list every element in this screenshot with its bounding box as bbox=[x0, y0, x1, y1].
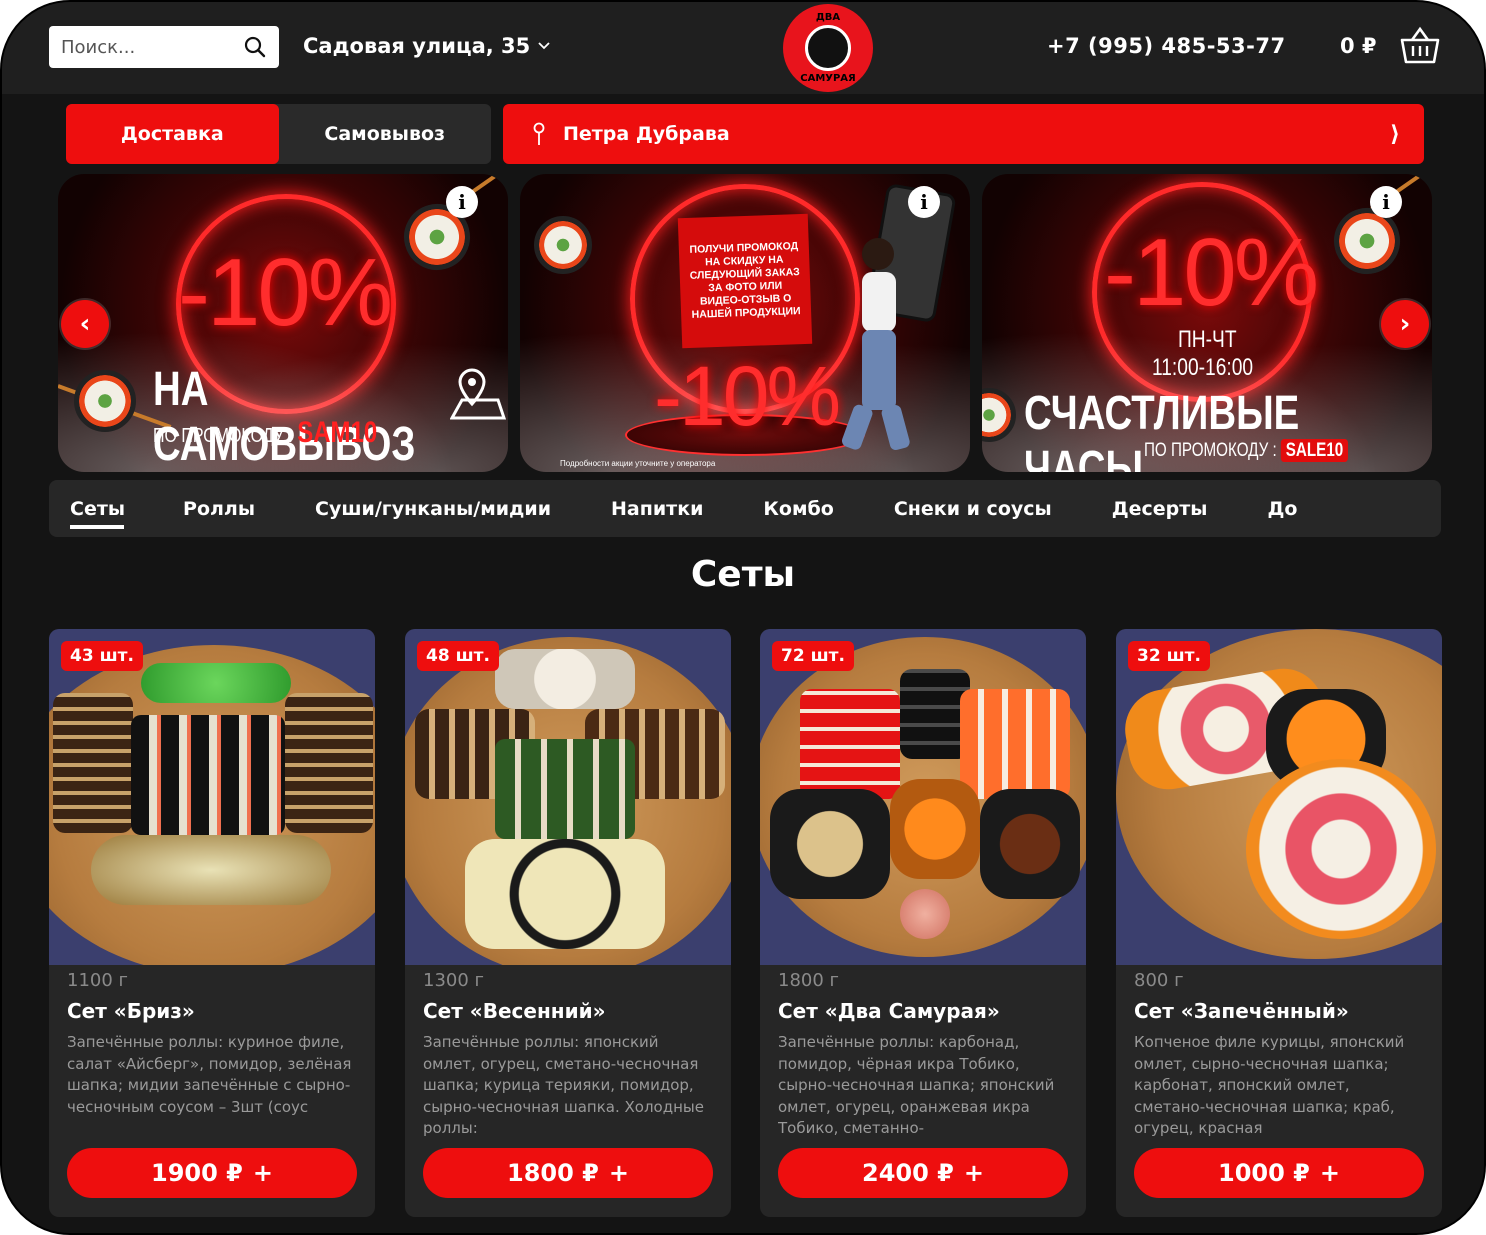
basket-icon[interactable] bbox=[1398, 26, 1442, 66]
banner-hours: 11:00-16:00 bbox=[1152, 354, 1254, 381]
product-weight: 1100 г bbox=[67, 970, 128, 991]
header: Садовая улица, 35 ДВА САМУРАЯ +7 (995) 4… bbox=[2, 2, 1484, 94]
product-card[interactable]: 72 шт. 1800 г Сет «Два Самурая» Запечённ… bbox=[760, 629, 1086, 1217]
product-description: Запечённые роллы: куриное филе, салат «А… bbox=[67, 1033, 352, 1116]
promo-banner-pickup[interactable]: i -10% НА САМОВЫВОЗ ПО ПРОМОКОДУ : SAM10 bbox=[58, 174, 508, 472]
product-description: Копченое филе курицы, японский омлет, сы… bbox=[1134, 1033, 1405, 1137]
tab-sets[interactable]: Сеты bbox=[49, 480, 145, 537]
pieces-badge: 72 шт. bbox=[772, 641, 854, 671]
logo-text-top: ДВА bbox=[815, 12, 841, 23]
promo-label: ПО ПРОМОКОДУ : bbox=[153, 425, 293, 447]
tab-desserts[interactable]: Десерты bbox=[1072, 480, 1228, 537]
info-icon[interactable]: i bbox=[1370, 186, 1402, 218]
tab-more[interactable]: До bbox=[1227, 480, 1317, 537]
product-grid: 43 шт. 1100 г Сет «Бриз» Запечённые ролл… bbox=[49, 629, 1442, 1217]
address-text: Садовая улица, 35 bbox=[303, 34, 531, 58]
delivery-mode-switch: Доставка Самовывоз bbox=[66, 104, 491, 164]
product-price: 1000 ₽ bbox=[1218, 1159, 1310, 1187]
product-photo[interactable] bbox=[1116, 629, 1442, 965]
product-price: 1800 ₽ bbox=[507, 1159, 599, 1187]
tab-rolls[interactable]: Роллы bbox=[145, 480, 275, 537]
sushi-roll-image bbox=[534, 216, 592, 274]
product-name[interactable]: Сет «Два Самурая» bbox=[778, 999, 1000, 1023]
add-to-cart-button[interactable]: 1800 ₽ + bbox=[423, 1148, 713, 1198]
product-weight: 800 г bbox=[1134, 970, 1184, 991]
pickup-button[interactable]: Самовывоз bbox=[279, 104, 492, 164]
discount-percent: -10% bbox=[654, 349, 841, 443]
banner-promo: ПО ПРОМОКОДУ : SAM10 bbox=[153, 416, 377, 450]
carousel-next-button[interactable]: › bbox=[1381, 300, 1429, 348]
samurai-logo-icon bbox=[805, 25, 851, 71]
search-input[interactable] bbox=[61, 36, 243, 58]
product-photo[interactable] bbox=[49, 629, 375, 965]
location-selector[interactable]: Петра Дубрава ⟩ bbox=[503, 104, 1424, 164]
sushi-roll-image bbox=[74, 370, 136, 432]
logo[interactable]: ДВА САМУРАЯ bbox=[783, 4, 873, 92]
logo-text-bottom: САМУРАЯ bbox=[800, 73, 856, 84]
carousel-prev-button[interactable]: ‹ bbox=[61, 300, 109, 348]
map-pin-icon bbox=[450, 368, 506, 420]
plus-icon: + bbox=[1319, 1159, 1340, 1187]
product-price: 1900 ₽ bbox=[151, 1159, 243, 1187]
cart-total[interactable]: 0 ₽ bbox=[1340, 34, 1377, 58]
fine-print: Подробности акции уточните у оператора bbox=[560, 459, 716, 468]
info-icon[interactable]: i bbox=[908, 186, 940, 218]
chevron-down-icon bbox=[538, 42, 550, 50]
add-to-cart-button[interactable]: 1900 ₽ + bbox=[67, 1148, 357, 1198]
delivery-button[interactable]: Доставка bbox=[66, 104, 279, 164]
pieces-badge: 43 шт. bbox=[61, 641, 143, 671]
product-name[interactable]: Сет «Запечённый» bbox=[1134, 999, 1349, 1023]
pieces-badge: 48 шт. bbox=[417, 641, 499, 671]
phone-number[interactable]: +7 (995) 485-53-77 bbox=[1047, 34, 1286, 58]
discount-percent: -10% bbox=[1104, 219, 1319, 326]
product-photo[interactable] bbox=[405, 629, 731, 965]
product-name[interactable]: Сет «Весенний» bbox=[423, 999, 606, 1023]
promo-carousel: i -10% НА САМОВЫВОЗ ПО ПРОМОКОДУ : SAM10… bbox=[58, 174, 1432, 472]
promo-label: ПО ПРОМОКОДУ : bbox=[1144, 440, 1277, 461]
tab-snacks[interactable]: Снеки и соусы bbox=[854, 480, 1072, 537]
add-to-cart-button[interactable]: 2400 ₽ + bbox=[778, 1148, 1068, 1198]
promo-code: SAM10 bbox=[297, 416, 378, 449]
location-text: Петра Дубрава bbox=[563, 123, 730, 145]
product-weight: 1300 г bbox=[423, 970, 484, 991]
banner-promo: ПО ПРОМОКОДУ : SALE10 bbox=[1144, 439, 1349, 462]
address-selector[interactable]: Садовая улица, 35 bbox=[303, 34, 550, 58]
plus-icon: + bbox=[963, 1159, 984, 1187]
banner-days: ПН-ЧТ bbox=[1178, 326, 1237, 353]
discount-percent: -10% bbox=[178, 239, 393, 346]
chevron-right-icon: ⟩ bbox=[1389, 121, 1400, 147]
product-card[interactable]: 48 шт. 1300 г Сет «Весенний» Запечённые … bbox=[405, 629, 731, 1217]
section-title: Сеты bbox=[690, 554, 796, 595]
info-icon[interactable]: i bbox=[446, 186, 478, 218]
promo-banner-happy-hours[interactable]: i -10% ПН-ЧТ 11:00-16:00 СЧАСТЛИВЫЕ ЧАСЫ… bbox=[982, 174, 1432, 472]
category-tabs: Сеты Роллы Суши/гунканы/мидии Напитки Ко… bbox=[49, 480, 1441, 537]
product-weight: 1800 г bbox=[778, 970, 839, 991]
promo-code: SALE10 bbox=[1280, 439, 1349, 462]
product-card[interactable]: 32 шт. 800 г Сет «Запечённый» Копченое ф… bbox=[1116, 629, 1442, 1217]
review-note: ПОЛУЧИ ПРОМОКОД НА СКИДКУ НА СЛЕДУЮЩИЙ З… bbox=[677, 213, 813, 349]
tab-drinks[interactable]: Напитки bbox=[571, 480, 723, 537]
product-card[interactable]: 43 шт. 1100 г Сет «Бриз» Запечённые ролл… bbox=[49, 629, 375, 1217]
pieces-badge: 32 шт. bbox=[1128, 641, 1210, 671]
woman-jumping-image bbox=[841, 238, 910, 451]
product-price: 2400 ₽ bbox=[862, 1159, 954, 1187]
product-photo[interactable] bbox=[760, 629, 1086, 965]
app-window: Садовая улица, 35 ДВА САМУРАЯ +7 (995) 4… bbox=[0, 0, 1486, 1235]
plus-icon: + bbox=[252, 1159, 273, 1187]
search-box[interactable] bbox=[49, 26, 279, 68]
tab-combo[interactable]: Комбо bbox=[723, 480, 853, 537]
tab-sushi[interactable]: Суши/гунканы/мидии bbox=[275, 480, 571, 537]
plus-icon: + bbox=[608, 1159, 629, 1187]
product-description: Запечённые роллы: японский омлет, огурец… bbox=[423, 1033, 704, 1137]
add-to-cart-button[interactable]: 1000 ₽ + bbox=[1134, 1148, 1424, 1198]
search-icon[interactable] bbox=[243, 35, 267, 59]
promo-banner-review[interactable]: ПОЛУЧИ ПРОМОКОД НА СКИДКУ НА СЛЕДУЮЩИЙ З… bbox=[520, 174, 970, 472]
product-description: Запечённые роллы: карбонад, помидор, чёр… bbox=[778, 1033, 1055, 1137]
product-name[interactable]: Сет «Бриз» bbox=[67, 999, 195, 1023]
location-pin-icon bbox=[533, 122, 545, 145]
